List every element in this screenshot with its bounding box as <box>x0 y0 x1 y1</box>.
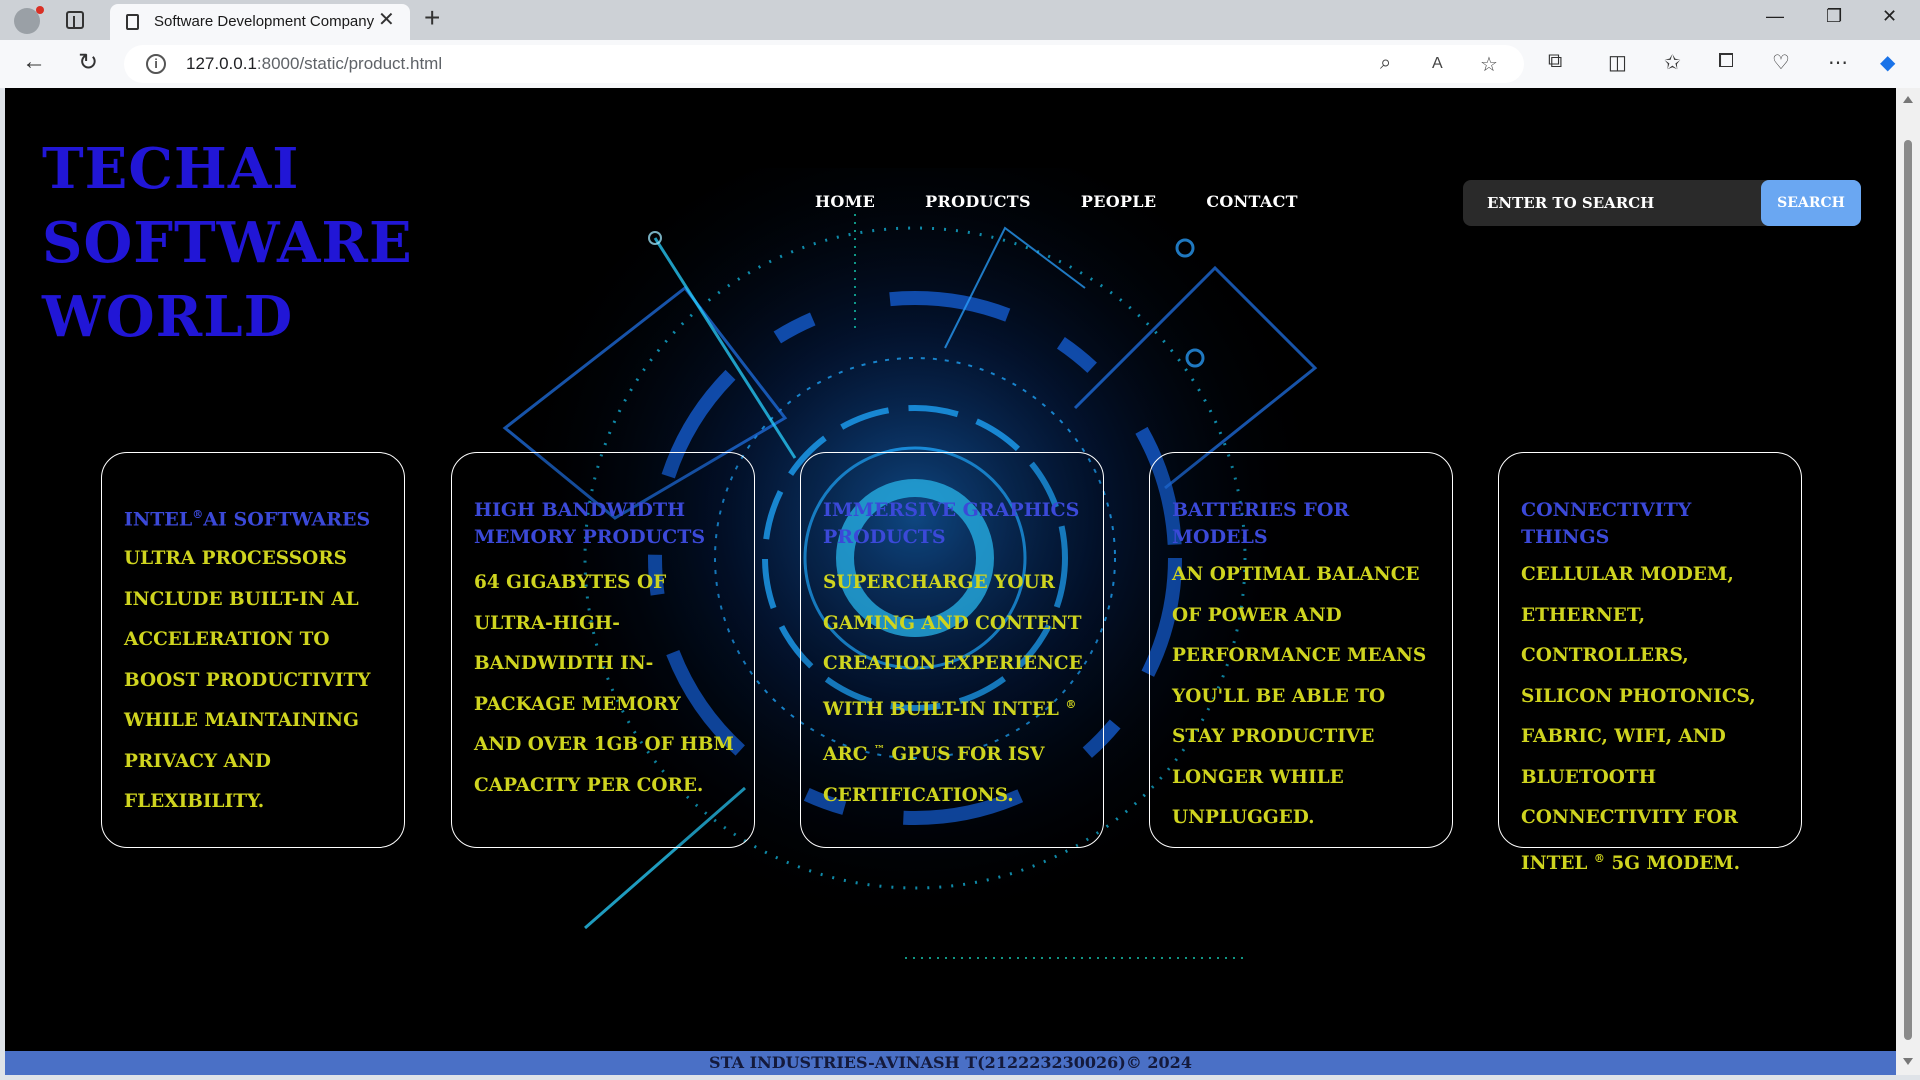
product-card-batteries: Batteries for Models An optimal balance … <box>1149 452 1453 848</box>
site-info-icon[interactable]: i <box>146 54 166 74</box>
scrollbar-thumb[interactable] <box>1904 140 1912 1040</box>
refresh-icon[interactable]: ↻ <box>78 48 98 77</box>
close-tab-icon[interactable]: ✕ <box>378 10 395 30</box>
main-nav: Home Products People Contact <box>815 192 1348 211</box>
url-field[interactable]: i 127.0.0.1:8000/static/product.html ⌕ A… <box>124 45 1524 83</box>
split-screen-icon[interactable]: ◫ <box>1608 50 1627 75</box>
card-title: Connectivity Things <box>1521 499 1692 548</box>
zoom-icon[interactable]: ⌕ <box>1380 52 1391 75</box>
back-arrow-icon[interactable]: ← <box>22 48 46 76</box>
card-title: Immersive Graphics Products <box>823 499 1080 548</box>
nav-people[interactable]: People <box>1081 192 1156 211</box>
nav-home[interactable]: Home <box>815 192 875 211</box>
search-bar: Search <box>1463 180 1861 226</box>
nav-products[interactable]: Products <box>925 192 1031 211</box>
page-viewport: Techai Software World Home Products Peop… <box>5 88 1896 1075</box>
product-card-ai-softwares: Intel®AI Softwares Ultra processors incl… <box>101 452 405 848</box>
card-body: Supercharge your gaming and content crea… <box>823 572 1083 806</box>
url-text[interactable]: 127.0.0.1:8000/static/product.html <box>186 54 442 74</box>
favorite-star-icon[interactable]: ☆ <box>1480 52 1498 77</box>
favorites-icon[interactable]: ✩ <box>1664 50 1681 75</box>
more-menu-icon[interactable]: ⋯ <box>1828 50 1848 75</box>
collections-icon[interactable]: ⧠ <box>1718 50 1734 73</box>
page-footer: STA INDUSTRIES-AVINASH T(212223230026)© … <box>5 1051 1896 1075</box>
vertical-scrollbar[interactable] <box>1896 88 1920 1075</box>
site-logo[interactable]: Techai Software World <box>42 132 662 354</box>
browser-essentials-icon[interactable]: ♡ <box>1772 50 1790 75</box>
product-card-memory: High Bandwidth Memory Products 64 gigaby… <box>451 452 755 848</box>
address-bar: ← ↻ i 127.0.0.1:8000/static/product.html… <box>0 40 1920 88</box>
scroll-up-arrow-icon[interactable] <box>1903 96 1913 103</box>
nav-contact[interactable]: Contact <box>1206 192 1297 211</box>
search-button[interactable]: Search <box>1761 180 1861 226</box>
product-card-connectivity: Connectivity Things Cellular modem, Ethe… <box>1498 452 1802 874</box>
minimize-button[interactable]: — <box>1766 6 1784 27</box>
card-body: Ultra processors include built-in AL acc… <box>124 548 371 813</box>
card-body: Cellular modem, Ethernet, controllers, s… <box>1521 564 1756 874</box>
tab-actions-icon[interactable] <box>66 11 84 29</box>
read-aloud-icon[interactable]: A <box>1432 55 1443 73</box>
tab-title: Software Development Company <box>154 13 375 30</box>
card-title: Batteries for Models <box>1172 499 1350 548</box>
extensions-icon[interactable]: ⧉ <box>1548 50 1562 73</box>
card-body: An optimal balance of power and performa… <box>1172 564 1427 828</box>
browser-tab[interactable]: Software Development Company ✕ <box>110 4 410 40</box>
browser-tab-bar: Software Development Company ✕ + — ❐ ✕ <box>0 0 1920 40</box>
page-icon <box>126 14 139 30</box>
copilot-icon[interactable]: ◆ <box>1880 50 1895 75</box>
scroll-down-arrow-icon[interactable] <box>1903 1058 1913 1065</box>
profile-avatar-icon[interactable] <box>14 6 44 34</box>
close-window-button[interactable]: ✕ <box>1882 6 1897 27</box>
search-input[interactable] <box>1463 180 1759 226</box>
new-tab-button[interactable]: + <box>424 2 440 34</box>
card-title: Intel®AI Softwares <box>124 508 371 531</box>
product-card-graphics: Immersive Graphics Products Supercharge … <box>800 452 1104 848</box>
restore-button[interactable]: ❐ <box>1826 6 1842 27</box>
card-title: High Bandwidth Memory Products <box>474 499 706 548</box>
card-body: 64 gigabytes of ultra-high- bandwidth in… <box>474 572 734 796</box>
